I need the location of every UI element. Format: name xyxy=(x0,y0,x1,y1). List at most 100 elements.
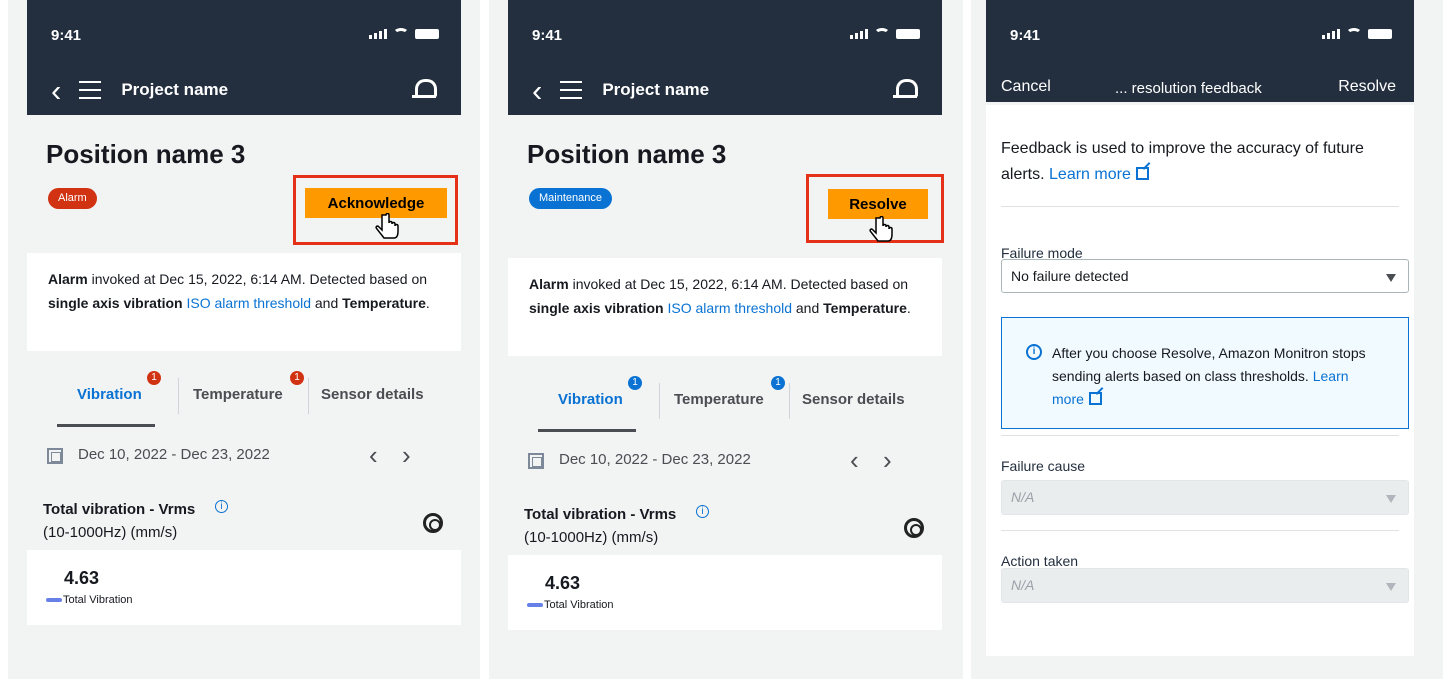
failure-cause-value: N/A xyxy=(1011,489,1035,505)
previous-range-icon[interactable]: ‹ xyxy=(369,440,378,471)
tab-vibration[interactable]: Vibration xyxy=(558,391,623,408)
position-header: Position name 3 Alarm Acknowledge xyxy=(27,118,461,245)
total-vibration-panel: Total vibration - Vrms i (10-1000Hz) (mm… xyxy=(27,495,461,625)
failure-mode-value: No failure detected xyxy=(1011,268,1129,284)
screen-resolution-feedback: 9:41 Cancel ... resolution feedback Reso… xyxy=(971,0,1443,679)
feedback-description: Feedback is used to improve the accuracy… xyxy=(1001,136,1383,188)
maintenance-status-badge: Maintenance xyxy=(529,188,612,209)
project-title: Project name xyxy=(602,80,710,99)
legend-line-icon xyxy=(46,598,62,602)
action-taken-value: N/A xyxy=(1011,577,1035,593)
position-title: Position name 3 xyxy=(46,139,246,169)
chevron-down-icon xyxy=(1386,583,1396,591)
screen-resolve: 9:41 ‹ Project name Position name 3 Main… xyxy=(489,0,963,679)
tab-sensor-details[interactable]: Sensor details xyxy=(802,391,905,408)
external-link-icon[interactable] xyxy=(1088,392,1102,405)
pointer-cursor-icon xyxy=(869,216,893,242)
back-icon[interactable]: ‹ xyxy=(532,75,542,106)
system-status-icons xyxy=(1322,28,1392,40)
wifi-icon xyxy=(1346,28,1362,40)
page-title: ... resolution feedback xyxy=(1115,80,1262,97)
screen-acknowledge: 9:41 ‹ Project name Position name 3 Alar… xyxy=(8,0,480,679)
vibration-chart: 4.63 Total Vibration xyxy=(27,550,461,625)
calendar-icon[interactable] xyxy=(528,453,544,469)
resolve-button[interactable]: Resolve xyxy=(828,189,928,219)
message-and-text: and xyxy=(311,295,343,311)
status-time: 9:41 xyxy=(51,27,82,44)
date-range[interactable]: Dec 10, 2022 - Dec 23, 2022 xyxy=(559,451,751,468)
notifications-bell-icon[interactable] xyxy=(892,76,918,100)
metric-units: (10-1000Hz) (mm/s) xyxy=(524,529,659,546)
message-invoked-text: invoked at Dec 15, 2022, 6:14 AM. Detect… xyxy=(568,276,909,292)
back-icon[interactable]: ‹ xyxy=(51,75,61,106)
chevron-down-icon xyxy=(1386,495,1396,503)
tab-temperature[interactable]: Temperature xyxy=(674,391,764,408)
divider xyxy=(1001,206,1399,207)
battery-icon xyxy=(896,29,920,39)
status-time: 9:41 xyxy=(532,27,563,44)
wifi-icon xyxy=(393,28,409,40)
settings-gear-icon[interactable] xyxy=(423,513,443,533)
info-icon[interactable]: i xyxy=(215,500,228,513)
previous-range-icon[interactable]: ‹ xyxy=(850,445,859,476)
active-tab-indicator xyxy=(57,424,155,427)
date-range[interactable]: Dec 10, 2022 - Dec 23, 2022 xyxy=(78,446,270,463)
metric-value: 4.63 xyxy=(64,568,100,588)
position-title: Position name 3 xyxy=(527,139,727,169)
message-temperature: Temperature xyxy=(823,300,907,316)
date-range-row: Dec 10, 2022 - Dec 23, 2022 ‹ › xyxy=(27,438,461,482)
mobile-top-bar: 9:41 ‹ Project name xyxy=(27,0,461,115)
cancel-button[interactable]: Cancel xyxy=(1001,78,1051,96)
tab-vibration[interactable]: Vibration xyxy=(77,386,142,403)
message-alarm-word: Alarm xyxy=(48,271,88,287)
iso-alarm-threshold-link[interactable]: ISO alarm threshold xyxy=(668,300,793,316)
alarm-message: Alarm invoked at Dec 15, 2022, 6:14 AM. … xyxy=(529,272,921,320)
alert-message: After you choose Resolve, Amazon Monitro… xyxy=(1052,342,1382,411)
learn-more-link[interactable]: Learn more xyxy=(1049,166,1131,183)
total-vibration-panel: Total vibration - Vrms i (10-1000Hz) (mm… xyxy=(508,500,942,630)
message-period: . xyxy=(906,300,911,316)
info-icon[interactable]: i xyxy=(696,505,709,518)
navigation-row: ‹ Project name xyxy=(532,75,918,106)
battery-icon xyxy=(415,29,439,39)
notifications-bell-icon[interactable] xyxy=(411,76,437,100)
external-link-icon[interactable] xyxy=(1135,167,1149,180)
pointer-cursor-icon xyxy=(375,213,399,239)
temperature-alert-badge: 1 xyxy=(290,371,304,385)
settings-gear-icon[interactable] xyxy=(904,518,924,538)
failure-mode-select[interactable]: No failure detected xyxy=(1001,259,1409,293)
next-range-icon[interactable]: › xyxy=(402,440,411,471)
message-alarm-word: Alarm xyxy=(529,276,569,292)
metric-title: Total vibration - Vrms xyxy=(43,501,196,518)
temperature-alert-badge: 1 xyxy=(771,376,785,390)
chevron-down-icon xyxy=(1386,274,1396,282)
alarm-message-card: Alarm invoked at Dec 15, 2022, 6:14 AM. … xyxy=(508,258,942,356)
tab-divider xyxy=(178,378,179,414)
metric-value: 4.63 xyxy=(545,573,581,593)
system-status-icons xyxy=(369,28,439,40)
tab-temperature[interactable]: Temperature xyxy=(193,386,283,403)
resolve-button[interactable]: Resolve xyxy=(1338,78,1396,96)
alarm-status-badge: Alarm xyxy=(48,188,97,209)
vibration-alert-badge: 1 xyxy=(628,376,642,390)
project-title: Project name xyxy=(121,80,229,99)
status-time: 9:41 xyxy=(1010,27,1041,44)
position-header: Position name 3 Maintenance Resolve xyxy=(508,118,944,243)
message-single-axis: single axis vibration xyxy=(48,295,183,311)
iso-alarm-threshold-link[interactable]: ISO alarm threshold xyxy=(187,295,312,311)
action-taken-label: Action taken xyxy=(1001,553,1079,569)
next-range-icon[interactable]: › xyxy=(883,445,892,476)
system-status-icons xyxy=(850,28,920,40)
tab-sensor-details[interactable]: Sensor details xyxy=(321,386,424,403)
calendar-icon[interactable] xyxy=(47,448,63,464)
metric-units: (10-1000Hz) (mm/s) xyxy=(43,524,178,541)
tab-divider xyxy=(308,378,309,414)
alarm-message-card: Alarm invoked at Dec 15, 2022, 6:14 AM. … xyxy=(27,253,461,351)
action-taken-select: N/A xyxy=(1001,568,1409,603)
signal-icon xyxy=(1322,29,1340,39)
menu-icon[interactable] xyxy=(79,81,102,99)
active-tab-indicator xyxy=(538,429,636,432)
measurement-tabs: Vibration 1 Temperature 1 Sensor details xyxy=(27,366,461,427)
menu-icon[interactable] xyxy=(560,81,583,99)
alarm-message: Alarm invoked at Dec 15, 2022, 6:14 AM. … xyxy=(48,267,440,315)
